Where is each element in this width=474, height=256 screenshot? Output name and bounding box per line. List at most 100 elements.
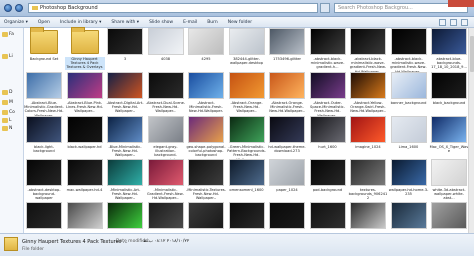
nav-item[interactable]: Co <box>2 110 15 115</box>
item-label: -Abstract-Blue-Pink-Lines-Fresh-New-Hd-W… <box>66 101 103 114</box>
image-thumbnail <box>390 159 427 186</box>
image-thumbnail <box>107 116 143 143</box>
nav-item[interactable]: D <box>2 90 12 95</box>
navigation-pane[interactable]: Fa Li D M Co L N <box>0 28 24 233</box>
nav-item[interactable]: M <box>2 100 13 105</box>
image-thumbnail <box>228 116 265 143</box>
change-view-icon[interactable] <box>439 18 446 26</box>
folder-icon <box>2 54 8 59</box>
toolbar-item[interactable]: E-mail <box>183 20 197 25</box>
image-thumbnail <box>390 116 427 143</box>
nav-item-label: D <box>9 90 13 95</box>
image-thumbnail <box>147 159 184 186</box>
address-text: Photoshop Background <box>40 5 98 11</box>
nav-item-label: M <box>9 100 13 105</box>
help-icon[interactable] <box>461 18 468 26</box>
selected-item-type: File folder <box>22 247 45 252</box>
item-label: Ginny Haupert Textures 4 Pack Textures &… <box>64 57 105 70</box>
nav-item-label: L <box>9 118 12 123</box>
toolbar-item[interactable]: Burn <box>207 20 218 25</box>
toolbar-item[interactable]: Include in library ▾ <box>60 20 102 25</box>
back-icon[interactable] <box>4 4 12 12</box>
toolbar-item[interactable]: Open <box>38 20 50 25</box>
image-thumbnail <box>26 159 62 186</box>
image-thumbnail <box>188 116 224 143</box>
preview-pane-icon[interactable] <box>450 18 457 26</box>
folder-icon <box>2 32 8 37</box>
details-pane: Ginny Haupert Textures 4 Pack Textures .… <box>0 233 474 256</box>
image-thumbnail <box>66 116 103 143</box>
item-label: -Blue-Minimalistic-Fresh-New-Hd-Wallpape… <box>108 145 142 158</box>
item-label: -Abstract-Minimalistic-Fresh-New-Hd-Wall… <box>188 101 224 114</box>
image-thumbnail <box>390 72 427 99</box>
folder-icon <box>2 90 8 95</box>
nav-item[interactable]: L <box>2 118 12 123</box>
image-thumbnail <box>26 202 62 229</box>
nav-item[interactable]: N <box>2 126 12 131</box>
item-label: Background Set <box>29 57 59 61</box>
image-thumbnail <box>228 202 265 229</box>
image-thumbnail <box>269 116 305 143</box>
nav-item-label: Fa <box>9 32 14 37</box>
image-thumbnail <box>269 72 305 99</box>
folder-icon <box>2 110 8 115</box>
nav-item[interactable]: Fa <box>2 32 14 37</box>
folder-icon <box>4 237 18 251</box>
title-bar: Photoshop Background Search Photoshop Ba… <box>0 0 474 17</box>
image-thumbnail <box>350 202 386 229</box>
item-label: banner_background <box>390 101 427 105</box>
image-thumbnail <box>107 159 143 186</box>
image-thumbnail <box>390 28 427 55</box>
image-thumbnail <box>147 72 184 99</box>
item-label: black-light-background <box>33 145 55 154</box>
image-thumbnail <box>147 202 184 229</box>
image-thumbnail <box>269 159 305 186</box>
file-list[interactable]: Background Set Ginny Haupert Textures 4 P… <box>24 27 468 233</box>
nav-item-label: Co <box>9 110 15 115</box>
vertical-scrollbar[interactable] <box>468 28 474 233</box>
item-label: hurt_1600 <box>318 145 337 149</box>
folder-icon <box>2 118 8 123</box>
image-thumbnail <box>228 28 265 55</box>
image-thumbnail <box>309 28 346 55</box>
image-thumbnail <box>431 72 467 99</box>
item-label: white-3d-abstract-wallpaper-white-abst..… <box>432 188 466 201</box>
image-thumbnail <box>188 159 224 186</box>
folder-icon <box>32 5 38 10</box>
item-label: -Minimalistic-Art-Fresh-New-Hd-Wallpaper… <box>109 188 141 201</box>
image-thumbnail <box>309 116 346 143</box>
image-thumbnail <box>309 72 346 99</box>
item-label: -Minimalistic-Gradient-Fresh-New-Hd-Wall… <box>147 188 184 201</box>
item-label: pod-background <box>312 188 343 192</box>
refresh-icon[interactable] <box>320 3 330 13</box>
image-thumbnail <box>188 202 224 229</box>
image-thumbnail <box>228 159 265 186</box>
item-label: -Abstract-Yellow-Orange-Swirl-Fresh-New-… <box>350 101 386 114</box>
image-thumbnail <box>66 159 103 186</box>
image-thumbnail <box>431 159 467 186</box>
item-label: 382444-glitter-wallpaper-desktop <box>230 57 263 66</box>
toolbar-item[interactable]: Slide show <box>149 20 173 25</box>
image-thumbnail <box>390 202 427 229</box>
image-thumbnail <box>107 72 143 99</box>
item-label: paper_1024 <box>276 188 298 192</box>
image-thumbnail <box>431 28 467 55</box>
image-thumbnail <box>309 159 346 186</box>
forward-icon[interactable] <box>15 4 23 12</box>
item-label: mac-wallpaper-hd-4 <box>66 188 103 192</box>
nav-item-label: N <box>9 126 13 131</box>
item-label: textures-backgrounds_9062412 <box>348 188 388 201</box>
toolbar-item[interactable]: Share with ▾ <box>111 20 139 25</box>
toolbar-item[interactable]: New folder <box>228 20 252 25</box>
image-thumbnail <box>188 28 224 55</box>
image-thumbnail <box>107 202 143 229</box>
close-window-button[interactable] <box>448 0 474 7</box>
scrollbar-thumb[interactable] <box>470 36 474 72</box>
nav-item[interactable]: Li <box>2 54 13 59</box>
image-thumbnail <box>147 28 184 55</box>
toolbar-item[interactable]: Organize ▾ <box>4 20 28 25</box>
address-bar[interactable]: Photoshop Background <box>28 3 318 13</box>
image-thumbnail <box>66 202 103 229</box>
item-label: -Minimalistic-Textures-Fresh-New-Hd-Wall… <box>186 188 226 201</box>
item-label: -Abstract-Orange-Fresh-New-Hd-Wallpaper-… <box>230 101 263 114</box>
